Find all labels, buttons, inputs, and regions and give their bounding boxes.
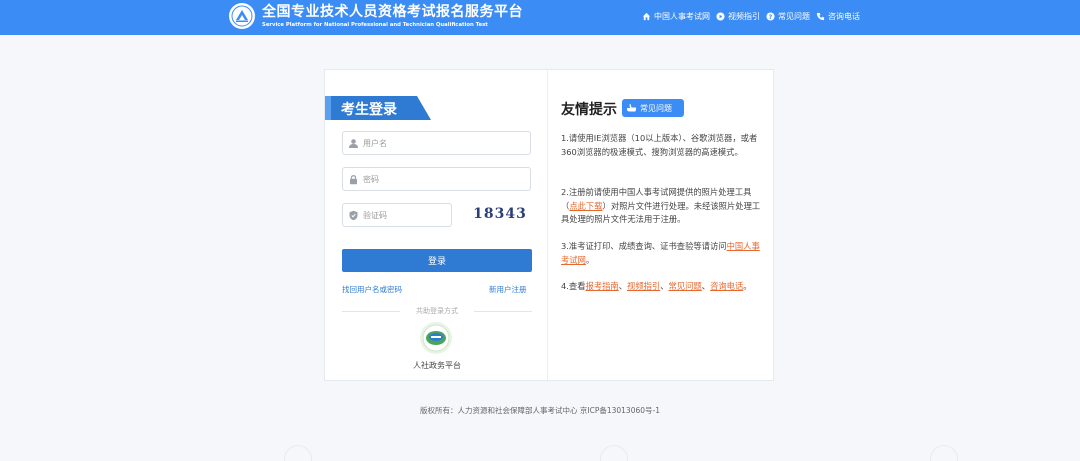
user-icon — [348, 138, 359, 149]
divider-line — [474, 311, 532, 312]
username-field[interactable] — [342, 131, 531, 155]
password-field[interactable] — [342, 167, 531, 191]
watermark — [930, 445, 958, 461]
nav-label: 常见问题 — [778, 12, 810, 21]
faq-link[interactable]: 常见问题 — [669, 281, 702, 291]
tips-title: 友情提示 — [561, 102, 617, 118]
video-guide-link[interactable]: 视频指引 — [627, 281, 660, 291]
nav-cpta-home[interactable]: 中国人事考试网 — [642, 11, 710, 22]
question-icon: ? — [766, 12, 775, 21]
tip-text: 。 — [743, 281, 752, 291]
card-divider — [547, 70, 548, 380]
shield-icon — [348, 210, 359, 221]
top-nav: 中国人事考试网 视频指引 ? 常见问题 咨询电话 — [642, 11, 866, 22]
tip-separator: 、 — [660, 281, 669, 291]
svg-text:?: ? — [769, 14, 773, 21]
tip-item-1: 1.请使用IE浏览器（10以上版本）、谷歌浏览器，或者360浏览器的极速模式、搜… — [561, 132, 765, 159]
login-card: 考生登录 18343 登录 找回用户名或密码 新用户注册 共助登录方式 — [324, 69, 774, 381]
brand[interactable]: 全国专业技术人员资格考试报名服务平台 Service Platform for … — [229, 3, 523, 29]
nav-video-guide[interactable]: 视频指引 — [716, 11, 760, 22]
alt-login-divider: 共助登录方式 — [342, 306, 532, 316]
exam-guide-link[interactable]: 报考指南 — [586, 281, 619, 291]
tip-separator: 、 — [701, 281, 711, 291]
login-tab-label: 考生登录 — [341, 102, 397, 118]
nav-hotline[interactable]: 咨询电话 — [816, 11, 860, 22]
tip-item-4: 4.查看报考指南、视频指引、常见问题、咨询电话。 — [561, 280, 765, 294]
tip-item-3: 3.准考证打印、成绩查询、证书查验等请访问中国人事考试网。 — [561, 240, 765, 267]
login-button[interactable]: 登录 — [342, 249, 532, 272]
site-subtitle: Service Platform for National Profession… — [262, 22, 488, 28]
tip-item-2: 2.注册前请使用中国人事考试网提供的照片处理工具（点此下载）对照片文件进行处理。… — [561, 186, 765, 227]
play-icon — [716, 12, 725, 21]
footer-copyright: 版权所有：人力资源和社会保障部人事考试中心 京ICP备13013060号-1 — [419, 406, 660, 415]
forgot-credentials-link[interactable]: 找回用户名或密码 — [342, 284, 402, 295]
faq-label: 常见问题 — [640, 103, 672, 113]
national-emblem-logo — [229, 3, 255, 29]
nav-label: 视频指引 — [728, 12, 760, 21]
tip-text: 4.查看 — [561, 281, 586, 291]
captcha-field[interactable] — [342, 203, 452, 227]
faq-button[interactable]: 常见问题 — [622, 99, 684, 117]
site-title: 全国专业技术人员资格考试报名服务平台 — [262, 4, 523, 20]
lock-icon — [348, 174, 359, 185]
tip-text: 1.请使用IE浏览器（10以上版本）、谷歌浏览器，或者360浏览器的极速模式、搜… — [561, 133, 758, 157]
watermark — [600, 445, 628, 461]
tip-text: 3.准考证打印、成绩查询、证书查验等请访问 — [561, 241, 727, 251]
register-link[interactable]: 新用户注册 — [489, 284, 527, 295]
hrss-platform-logo[interactable] — [420, 322, 452, 354]
captcha-input[interactable] — [363, 210, 443, 220]
hotline-link[interactable]: 咨询电话 — [710, 281, 743, 291]
watermark — [284, 445, 312, 461]
nav-faq[interactable]: ? 常见问题 — [766, 11, 810, 22]
captcha-text: 18343 — [473, 206, 527, 222]
nav-label: 中国人事考试网 — [654, 12, 710, 21]
download-tool-link[interactable]: 点此下载 — [569, 201, 602, 211]
home-icon — [642, 12, 651, 21]
tip-text: 。 — [585, 254, 595, 265]
hrss-platform-label[interactable]: 人社政务平台 — [342, 360, 532, 371]
top-header-bar: 全国专业技术人员资格考试报名服务平台 Service Platform for … — [0, 0, 1080, 35]
captcha-image[interactable]: 18343 — [469, 203, 531, 225]
phone-icon — [816, 12, 825, 21]
password-input[interactable] — [363, 174, 513, 184]
hand-pointer-icon — [626, 103, 637, 114]
nav-label: 咨询电话 — [828, 12, 860, 21]
username-input[interactable] — [363, 138, 513, 148]
tip-separator: 、 — [618, 281, 628, 291]
